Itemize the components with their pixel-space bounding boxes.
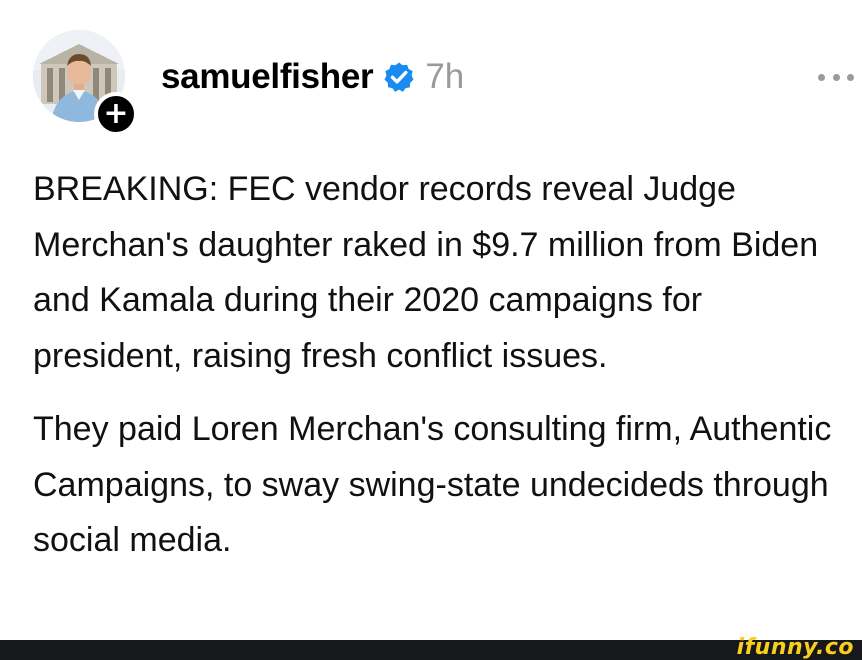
username[interactable]: samuelfisher — [161, 57, 374, 97]
avatar-container[interactable]: + — [33, 30, 138, 136]
follow-button[interactable]: + — [94, 92, 138, 136]
post-header: samuelfisher 7h — [161, 54, 464, 100]
post-paragraph: They paid Loren Merchan's consulting fir… — [33, 410, 832, 559]
more-dot — [818, 73, 825, 81]
post-paragraph: BREAKING: FEC vendor records reveal Judg… — [33, 170, 819, 375]
more-dot — [832, 73, 840, 81]
more-dot — [847, 73, 854, 81]
post-timestamp: 7h — [425, 57, 465, 96]
watermark-bar — [0, 640, 862, 660]
plus-icon: + — [103, 96, 129, 131]
more-options-icon[interactable] — [818, 72, 854, 82]
post-body: BREAKING: FEC vendor records reveal Judg… — [33, 162, 843, 569]
post-card: + samuelfisher 7h BREAKING: FEC vendor r… — [0, 0, 862, 640]
verified-badge-icon — [383, 61, 415, 93]
ifunny-watermark: ifunny.co — [736, 635, 854, 660]
